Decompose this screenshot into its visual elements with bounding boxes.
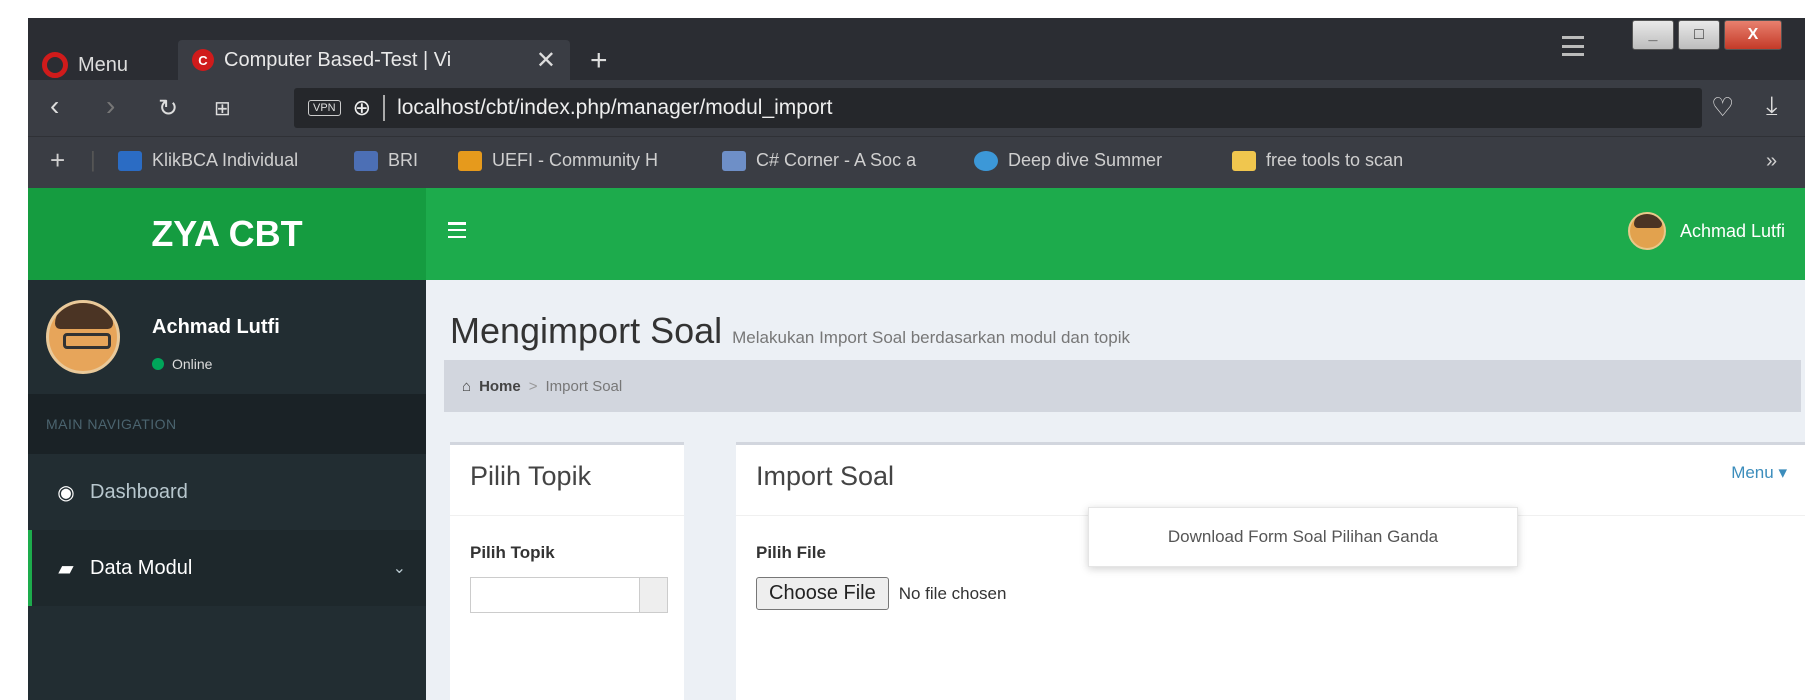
sidebar-item-label: Data Modul — [90, 556, 193, 579]
bookmark-label: KlikBCA Individual — [152, 150, 299, 170]
url-separator — [383, 95, 386, 121]
sidebar-user-name: Achmad Lutfi — [152, 316, 280, 338]
online-dot-icon — [152, 358, 164, 370]
opera-menu-button[interactable]: Menu — [42, 52, 128, 78]
avatar — [46, 300, 120, 374]
url-bar[interactable]: VPN ⊕ localhost/cbt/index.php/manager/mo… — [294, 88, 1702, 128]
bookmark-item[interactable]: free tools to scan — [1232, 150, 1403, 171]
bookmark-label: Deep dive Summer — [1008, 150, 1163, 170]
vpn-badge-icon[interactable]: VPN — [308, 100, 341, 116]
main-content: Mengimport Soal Melakukan Import Soal ber… — [426, 280, 1805, 700]
online-status-label: Online — [172, 356, 213, 372]
opera-logo-icon — [42, 52, 68, 78]
caret-down-icon: ▾ — [1778, 463, 1787, 482]
bookmark-favicon-icon — [458, 150, 482, 171]
box-title: Import Soal — [756, 461, 895, 491]
field-label: Pilih Topik — [470, 543, 555, 562]
sidebar-item-label: Dashboard — [90, 480, 188, 503]
bookmark-favicon-icon — [118, 150, 142, 171]
dashboard-icon: ◉ — [57, 481, 75, 504]
bookmark-label: UEFI - Community H — [492, 150, 659, 170]
tab-title: Computer Based-Test | Vi — [224, 48, 452, 71]
choose-file-button[interactable]: Choose File — [756, 577, 889, 610]
online-status: Online — [152, 356, 212, 372]
import-soal-box: Import Soal Menu ▾ Download Form Soal Pi… — [736, 442, 1805, 700]
sidebar: Achmad Lutfi Online MAIN NAVIGATION ◉ Da… — [28, 280, 426, 700]
bookmark-item[interactable]: BRI — [354, 150, 418, 171]
breadcrumb: ⌂ Home > Import Soal — [444, 360, 1801, 412]
avatar — [1627, 212, 1666, 250]
dropdown-menu: Download Form Soal Pilihan Ganda — [1088, 507, 1518, 567]
tab-bar: Menu C Computer Based-Test | Vi ✕ + _ □ … — [28, 18, 1805, 80]
heart-icon[interactable]: ♡ — [1711, 92, 1734, 123]
bookmarks-bar: + | KlikBCA Individual BRI UEFI - Commun… — [28, 136, 1805, 188]
user-menu[interactable]: Achmad Lutfi — [1627, 212, 1785, 250]
reload-icon[interactable]: ↻ — [158, 94, 178, 123]
sidebar-item-dashboard[interactable]: ◉ Dashboard — [28, 454, 426, 530]
file-input[interactable]: Choose File No file chosen — [756, 577, 1006, 610]
bookmark-label: C# Corner - A Soc a — [756, 150, 917, 170]
no-file-text: No file chosen — [898, 583, 1007, 603]
forward-icon[interactable]: › — [106, 90, 115, 122]
app-header: ZYA CBT Achmad Lutfi — [28, 188, 1805, 280]
download-icon[interactable]: ⤓ — [1766, 90, 1778, 122]
web-app: ZYA CBT Achmad Lutfi Achmad Lutfi Online… — [28, 188, 1805, 700]
chevron-down-icon: ⌄ — [392, 560, 406, 577]
bookmark-divider: | — [90, 147, 96, 172]
bookmark-item[interactable]: UEFI - Community H — [458, 150, 658, 171]
bookmark-favicon-icon — [1232, 150, 1256, 171]
header-user-name: Achmad Lutfi — [1679, 220, 1785, 241]
bookmark-favicon-icon — [722, 150, 746, 171]
breadcrumb-separator: > — [528, 377, 538, 395]
close-button[interactable]: X — [1724, 20, 1782, 50]
bookmark-label: free tools to scan — [1266, 150, 1404, 170]
speed-dial-icon[interactable]: ⊞ — [214, 96, 231, 121]
bookmark-label: BRI — [388, 150, 419, 170]
tab-active[interactable]: C Computer Based-Test | Vi ✕ — [178, 40, 570, 80]
bookmark-favicon-icon — [354, 150, 378, 171]
bookmark-item[interactable]: C# Corner - A Soc a — [722, 150, 916, 171]
tab-close-icon[interactable]: ✕ — [536, 46, 556, 75]
select-arrow-icon[interactable] — [639, 578, 667, 612]
bookmark-item[interactable]: Deep dive Summer — [974, 150, 1162, 171]
opera-menu-label: Menu — [78, 53, 129, 76]
url-text[interactable]: localhost/cbt/index.php/manager/modul_im… — [397, 96, 832, 120]
box-title: Pilih Topik — [470, 461, 592, 491]
tab-favicon-icon: C — [192, 49, 214, 71]
sidebar-toggle-icon[interactable] — [448, 222, 466, 238]
dropdown-item-download-form[interactable]: Download Form Soal Pilihan Ganda — [1168, 527, 1438, 547]
topik-select[interactable] — [470, 577, 668, 613]
add-bookmark-icon[interactable]: + — [50, 145, 65, 176]
nav-header: MAIN NAVIGATION — [28, 394, 426, 454]
box-menu-dropdown[interactable]: Menu ▾ — [1731, 463, 1787, 483]
app-logo[interactable]: ZYA CBT — [28, 188, 426, 280]
box-menu-label: Menu — [1731, 463, 1774, 482]
window-controls: _ □ X — [1632, 20, 1782, 50]
page-subtitle: Melakukan Import Soal berdasarkan modul … — [732, 328, 1130, 347]
breadcrumb-home[interactable]: Home — [479, 378, 521, 395]
sidebar-item-data-modul[interactable]: ▰ Data Modul ⌄ — [28, 530, 426, 606]
pilih-topik-box: Pilih Topik Pilih Topik — [450, 442, 684, 700]
globe-icon: ⊕ — [352, 95, 372, 120]
bookmarks-overflow-icon[interactable]: » — [1766, 150, 1777, 173]
back-icon[interactable]: ‹ — [50, 90, 59, 122]
file-label: Pilih File — [756, 543, 826, 562]
box-divider — [450, 515, 684, 516]
page-title: Mengimport Soal Melakukan Import Soal ber… — [450, 310, 1130, 352]
book-icon: ▰ — [58, 557, 74, 580]
bookmark-favicon-icon — [974, 150, 998, 171]
maximize-button[interactable]: □ — [1678, 20, 1720, 50]
browser-window: Menu C Computer Based-Test | Vi ✕ + _ □ … — [28, 18, 1805, 700]
bookmark-item[interactable]: KlikBCA Individual — [118, 150, 298, 171]
breadcrumb-current: Import Soal — [545, 377, 623, 395]
new-tab-button[interactable]: + — [590, 44, 608, 78]
user-panel: Achmad Lutfi Online — [28, 280, 426, 394]
home-icon: ⌂ — [462, 377, 472, 395]
minimize-button[interactable]: _ — [1632, 20, 1674, 50]
tab-menu-icon[interactable] — [1562, 36, 1584, 56]
page-title-text: Mengimport Soal — [450, 310, 723, 351]
address-row: ‹ › ↻ ⊞ VPN ⊕ localhost/cbt/index.php/ma… — [28, 80, 1805, 136]
